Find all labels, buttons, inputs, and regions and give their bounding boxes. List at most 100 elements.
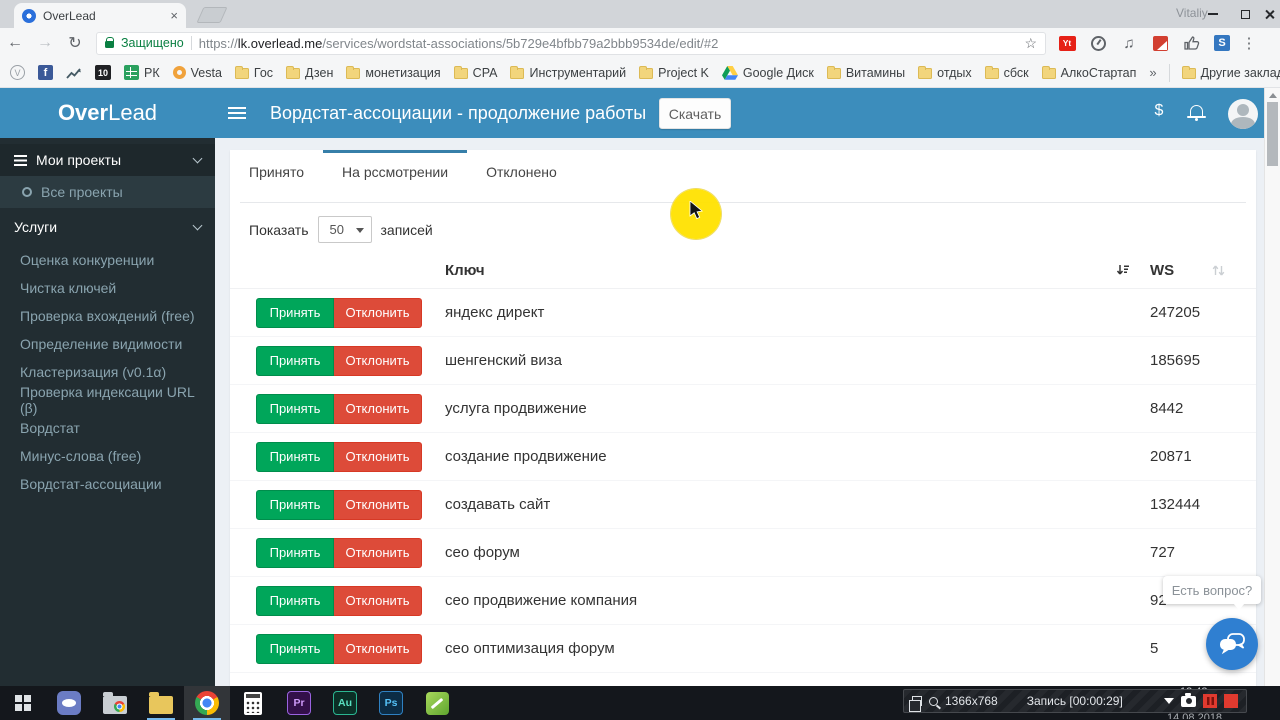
sidebar-item-all-projects[interactable]: Все проекты [0, 176, 215, 208]
new-tab-button[interactable] [196, 7, 227, 23]
s-extension-button[interactable]: S [1211, 32, 1233, 54]
recorder-dropdown-icon[interactable] [1164, 698, 1174, 704]
reject-button[interactable]: Отклонить [334, 634, 422, 664]
reject-button[interactable]: Отклонить [334, 298, 422, 328]
taskbar-audition[interactable]: Au [322, 686, 368, 720]
thumbs-extension-button[interactable] [1180, 32, 1202, 54]
taskbar-video-editor[interactable] [414, 686, 460, 720]
accept-button[interactable]: Принять [256, 346, 334, 376]
taskbar-explorer[interactable] [138, 686, 184, 720]
sidebar-group-projects[interactable]: Мои проекты [0, 144, 215, 176]
forward-button[interactable]: → [30, 34, 60, 52]
bookmark-folder[interactable]: Дзен [286, 66, 333, 80]
bookmark-star-icon[interactable]: ☆ [1024, 35, 1037, 52]
bookmark-folder[interactable]: Project K [639, 66, 709, 80]
window-minimize-button[interactable] [1200, 4, 1226, 24]
download-button[interactable]: Скачать [659, 98, 731, 129]
reject-button[interactable]: Отклонить [334, 394, 422, 424]
youtube-extension-button[interactable]: Yt [1056, 32, 1078, 54]
sidebar-item-url-indexing[interactable]: Проверка индексации URL (β) [0, 386, 215, 414]
sidebar-item-minus-words[interactable]: Минус-слова (free) [0, 442, 215, 470]
tab-accepted[interactable]: Принято [230, 150, 323, 190]
bookmark-folder[interactable]: монетизация [346, 66, 440, 80]
recorder-camera-icon[interactable] [1181, 696, 1196, 707]
tab-close-icon[interactable]: × [170, 9, 178, 22]
recorder-zoom-icon[interactable] [929, 697, 938, 706]
sort-both-icon[interactable] [1212, 263, 1225, 278]
reload-button[interactable]: ↻ [60, 33, 90, 53]
key-column-header[interactable]: Ключ [422, 262, 1150, 279]
window-close-button[interactable] [1256, 4, 1280, 24]
bookmark-rk[interactable]: РК [124, 65, 160, 80]
page-size-select[interactable]: 50 [318, 216, 372, 243]
reject-button[interactable]: Отклонить [334, 346, 422, 376]
scroll-up-icon[interactable] [1269, 93, 1277, 98]
accept-button[interactable]: Принять [256, 394, 334, 424]
reject-button[interactable]: Отклонить [334, 538, 422, 568]
recorder-window-icon[interactable] [912, 696, 922, 706]
sidebar-item-key-cleaning[interactable]: Чистка ключей [0, 274, 215, 302]
back-button[interactable]: ← [0, 34, 30, 52]
sidebar-item-competition[interactable]: Оценка конкуренции [0, 246, 215, 274]
sidebar-item-wordstat-associations[interactable]: Вордстат-ассоциации [0, 470, 215, 498]
start-button[interactable] [0, 686, 46, 720]
taskbar-discord[interactable] [46, 686, 92, 720]
scrollbar-thumb[interactable] [1267, 102, 1278, 166]
accept-button[interactable]: Принять [256, 538, 334, 568]
sidebar-group-services[interactable]: Услуги [0, 208, 215, 246]
balance-dollar-icon[interactable]: $ [1152, 102, 1166, 120]
chat-button[interactable] [1206, 618, 1258, 670]
ws-column-header[interactable]: WS [1150, 262, 1256, 279]
music-extension-button[interactable]: ♫ [1118, 32, 1140, 54]
sort-desc-icon[interactable] [1116, 263, 1131, 278]
taskbar-photoshop[interactable]: Ps [368, 686, 414, 720]
notifications-bell-icon[interactable] [1190, 105, 1203, 116]
recorder-pause-button[interactable] [1203, 694, 1217, 708]
bookmark-folder[interactable]: CPA [454, 66, 498, 80]
accept-button[interactable]: Принять [256, 634, 334, 664]
accept-button[interactable]: Принять [256, 298, 334, 328]
bookmark-facebook[interactable]: f [38, 65, 53, 80]
tab-rejected[interactable]: Отклонено [467, 150, 576, 190]
sidebar-item-clustering[interactable]: Кластеризация (v0.1α) [0, 358, 215, 386]
taskbar-chrome-folder[interactable] [92, 686, 138, 720]
speed-extension-button[interactable] [1087, 32, 1109, 54]
bookmark-folder[interactable]: Инструментарий [510, 66, 626, 80]
bookmark-v[interactable]: V [10, 65, 25, 80]
bookmark-vesta[interactable]: Vesta [173, 66, 222, 80]
taskbar-premiere[interactable]: Pr [276, 686, 322, 720]
chrome-menu-button[interactable]: ⋮ [1239, 34, 1259, 52]
accept-button[interactable]: Принять [256, 586, 334, 616]
reject-button[interactable]: Отклонить [334, 490, 422, 520]
taskbar-calculator[interactable] [230, 686, 276, 720]
bookmark-chart[interactable] [66, 66, 82, 80]
accept-button[interactable]: Принять [256, 490, 334, 520]
url-text[interactable]: https://lk.overlead.me/services/wordstat… [199, 36, 1018, 51]
bookmark-folder[interactable]: сбск [985, 66, 1029, 80]
overlead-logo[interactable]: OverLead [0, 88, 215, 138]
window-restore-button[interactable] [1232, 4, 1258, 24]
sidebar-item-occurrence-check[interactable]: Проверка вхождений (free) [0, 302, 215, 330]
tab-under-review[interactable]: На рссмотрении [323, 150, 467, 190]
reject-button[interactable]: Отклонить [334, 442, 422, 472]
bookmark-folder[interactable]: Витамины [827, 66, 905, 80]
bookmark-folder[interactable]: АлкоСтартап [1042, 66, 1137, 80]
reject-button[interactable]: Отклонить [334, 586, 422, 616]
bookmark-folder[interactable]: Гос [235, 66, 273, 80]
bookmark-folder[interactable]: отдых [918, 66, 972, 80]
bookmark-gdrive[interactable]: Google Диск [722, 66, 814, 80]
sidebar-item-wordstat[interactable]: Вордстат [0, 414, 215, 442]
other-bookmarks-button[interactable]: Другие закладки [1182, 66, 1280, 80]
accept-button[interactable]: Принять [256, 442, 334, 472]
bookmarks-overflow-button[interactable]: » [1149, 65, 1156, 80]
page-scrollbar[interactable] [1264, 88, 1280, 686]
taskbar-chrome[interactable] [184, 686, 230, 720]
chart-extension-button[interactable] [1149, 32, 1171, 54]
secure-label[interactable]: Защищено [121, 36, 184, 50]
browser-tab[interactable]: OverLead × [14, 3, 186, 28]
bookmark-10[interactable]: 10 [95, 65, 111, 80]
sidebar-toggle-icon[interactable] [228, 107, 246, 119]
sidebar-item-visibility[interactable]: Определение видимости [0, 330, 215, 358]
recorder-stop-button[interactable] [1224, 694, 1238, 708]
address-bar[interactable]: Защищено https://lk.overlead.me/services… [96, 32, 1046, 55]
